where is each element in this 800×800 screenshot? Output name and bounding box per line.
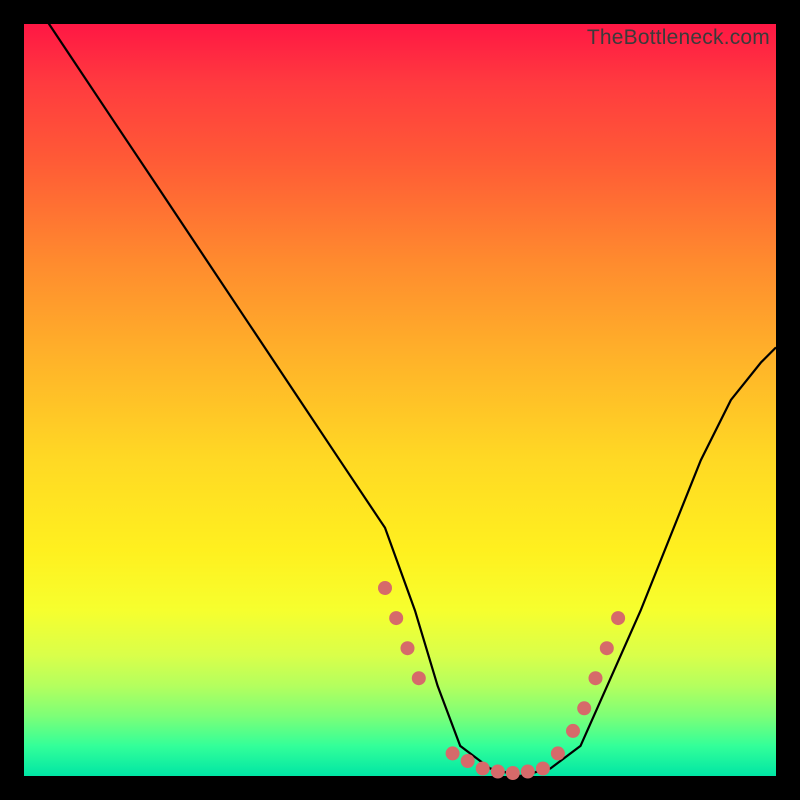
highlight-dot	[446, 746, 460, 760]
highlight-dot	[491, 765, 505, 779]
highlight-dot	[461, 754, 475, 768]
chart-frame: TheBottleneck.com	[24, 24, 776, 776]
highlight-dot	[476, 762, 490, 776]
curve-line	[24, 0, 776, 776]
highlight-dot	[378, 581, 392, 595]
highlight-dot	[412, 671, 426, 685]
bottleneck-curve	[24, 0, 776, 776]
watermark-text: TheBottleneck.com	[587, 26, 770, 50]
highlight-dot	[536, 762, 550, 776]
highlight-dot	[611, 611, 625, 625]
chart-svg	[24, 24, 776, 776]
highlight-dot	[389, 611, 403, 625]
highlight-dot	[589, 671, 603, 685]
highlight-dot	[566, 724, 580, 738]
highlight-dot	[506, 766, 520, 780]
highlight-dot	[600, 641, 614, 655]
highlight-dot	[521, 765, 535, 779]
highlight-dot	[551, 746, 565, 760]
highlight-dot	[401, 641, 415, 655]
highlight-dot	[577, 701, 591, 715]
